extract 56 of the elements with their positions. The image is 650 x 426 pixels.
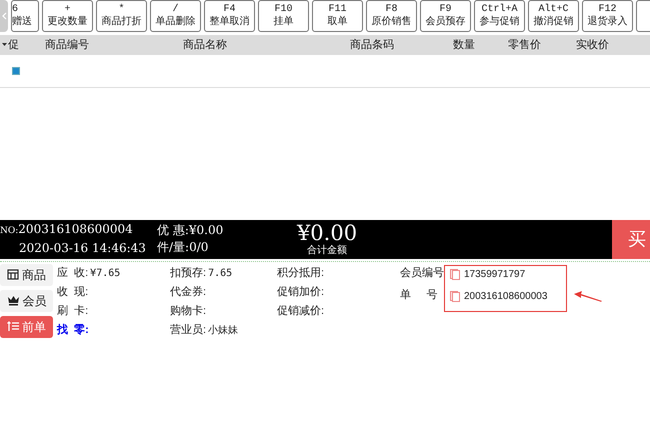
toolbar-button[interactable]: F4 整单取消 [204, 0, 255, 32]
toolbar-button[interactable]: F8 原价销售 [366, 0, 417, 32]
side-tab[interactable]: 前单 [0, 316, 53, 338]
field-label: 购物卡: [170, 304, 206, 319]
side-tab[interactable]: 商品 [0, 264, 53, 286]
toolbar-button[interactable]: F11 取单 [312, 0, 363, 32]
member-info-value: 17359971797 [464, 268, 526, 280]
field-label: 促销减价: [277, 304, 324, 319]
field-label: 应 收: [57, 266, 88, 281]
toolbar-button[interactable]: Ctrl+A 参与促销 [474, 0, 525, 32]
discount-text: 优 惠:¥0.00 [157, 222, 224, 239]
member-info-label: 会员编号 [400, 266, 444, 280]
scroll-left-handle[interactable] [0, 0, 8, 32]
storefront-icon [7, 269, 19, 280]
field-label: 促销加价: [277, 284, 324, 300]
toolbar-button[interactable]: 6 赠送 [11, 0, 39, 32]
quantity-text: 件/量:0/0 [157, 239, 210, 256]
field-value: 7.65 [208, 266, 232, 280]
arrow-icon [573, 290, 603, 302]
dropdown-caret-icon [2, 43, 7, 47]
field-label: 代金券: [170, 284, 206, 300]
side-tab[interactable]: 会员 [0, 290, 53, 312]
field-label: 找 零: [57, 322, 89, 338]
list-icon [7, 321, 19, 332]
order-number: 200316108600004 [18, 221, 133, 238]
toolbar-button[interactable]: + 更改数量 [42, 0, 93, 32]
order-datetime: 2020-03-16 14:46:43 [18, 240, 147, 257]
crown-icon [6, 295, 20, 306]
document-icon [450, 268, 460, 280]
document-icon [450, 290, 460, 302]
column-header[interactable]: 商品条码 [350, 36, 394, 54]
member-info-label: 单 号 [400, 288, 438, 302]
column-header[interactable]: 实收价 [576, 36, 609, 54]
column-header[interactable]: 数量 [453, 36, 475, 54]
toolbar-button[interactable]: F9 会员预存 [420, 0, 471, 32]
toolbar-button[interactable]: * 商品打折 [96, 0, 147, 32]
column-header[interactable]: 零售价 [508, 36, 541, 54]
field-value: 小妹妹 [208, 324, 238, 338]
toolbar-button[interactable]: F10 挂单 [258, 0, 309, 32]
toolbar-button[interactable]: Alt+C 撤消促销 [528, 0, 579, 32]
member-info-value: 200316108600003 [464, 290, 548, 302]
checkout-button[interactable]: 买 [612, 220, 650, 258]
field-label: 积分抵用: [277, 266, 324, 281]
column-header[interactable]: 促 [8, 36, 19, 54]
total-label: 合计金额 [307, 244, 347, 256]
column-header[interactable]: 商品名称 [183, 36, 227, 54]
field-label: 扣预存: [170, 266, 206, 281]
field-value: ¥7.65 [90, 266, 120, 280]
toolbar-button[interactable]: / 单品删除 [150, 0, 201, 32]
order-no-label: NO: [0, 225, 18, 238]
toolbar-button[interactable]: F12 退货录入 [582, 0, 633, 32]
field-label: 营业员: [170, 322, 206, 338]
column-header[interactable]: 商品编号 [45, 36, 89, 54]
total-amount: ¥0.00 [296, 222, 358, 244]
field-label: 收 现: [57, 284, 88, 300]
field-label: 刷 卡: [57, 304, 88, 319]
